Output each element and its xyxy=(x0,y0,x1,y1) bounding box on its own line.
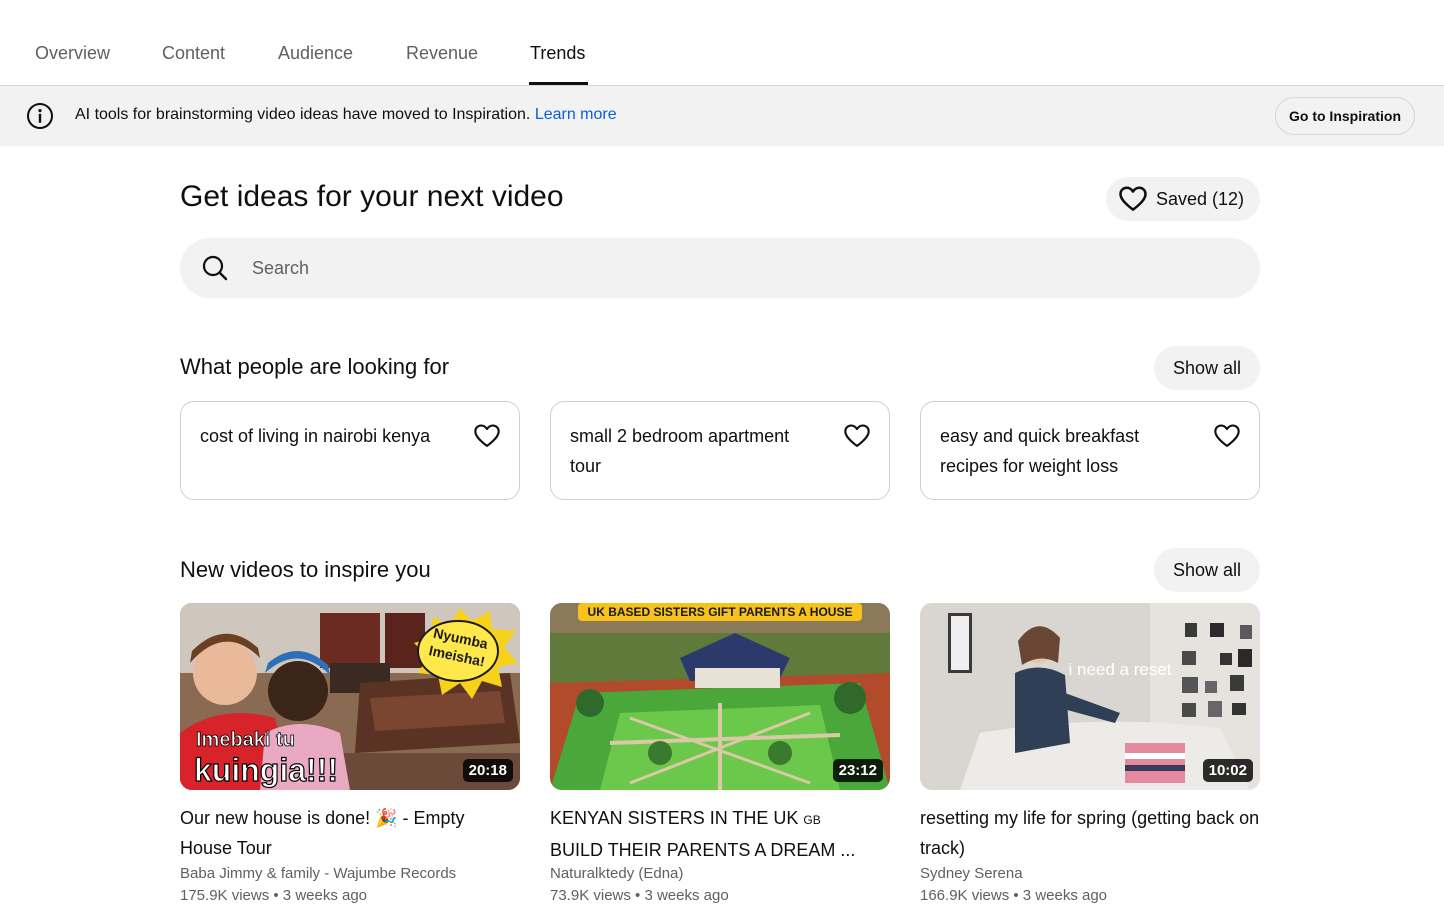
video-card[interactable]: Nyumba Imeisha! Imebaki tu kuingia!!! 20… xyxy=(180,603,520,904)
info-icon xyxy=(27,103,53,129)
learn-more-link[interactable]: Learn more xyxy=(535,106,617,123)
banner-text: AI tools for brainstorming video ideas h… xyxy=(75,106,531,123)
search-input[interactable] xyxy=(252,248,1232,288)
tab-revenue[interactable]: Revenue xyxy=(406,43,478,64)
search-bar xyxy=(180,238,1260,298)
looking-for-show-all-button[interactable]: Show all xyxy=(1154,346,1260,390)
new-videos-title: New videos to inspire you xyxy=(180,557,431,582)
looking-for-title: What people are looking for xyxy=(180,354,450,379)
thumb-caption-line-1: Imebaki tu xyxy=(196,729,295,751)
heart-icon[interactable] xyxy=(1213,422,1241,450)
tab-trends[interactable]: Trends xyxy=(530,43,585,64)
video-stats: 166.9K views • 3 weeks ago xyxy=(920,887,1108,904)
tab-content[interactable]: Content xyxy=(162,43,225,64)
saved-button[interactable]: Saved (12) xyxy=(1106,177,1260,221)
video-thumbnail[interactable]: UK BASED SISTERS GIFT PARENTS A HOUSE 23… xyxy=(550,603,890,790)
idea-text: small 2 bedroom apartment tour xyxy=(570,426,790,476)
tab-overview[interactable]: Overview xyxy=(35,43,110,64)
thumb-caption: i need a reset xyxy=(1068,660,1171,679)
video-thumbnail[interactable]: Nyumba Imeisha! Imebaki tu kuingia!!! 20… xyxy=(180,603,520,790)
idea-text: easy and quick breakfast recipes for wei… xyxy=(940,426,1140,476)
video-title-text: KENYAN SISTERS IN THE UK xyxy=(550,808,799,828)
search-icon xyxy=(202,255,228,281)
saved-label: Saved (12) xyxy=(1156,188,1245,209)
thumb-caption-line-2: kuingia!!! xyxy=(194,752,338,788)
go-to-inspiration-button[interactable]: Go to Inspiration xyxy=(1275,97,1415,135)
video-duration: 23:12 xyxy=(832,759,883,782)
video-stats: 73.9K views • 3 weeks ago xyxy=(550,887,729,904)
video-channel[interactable]: Baba Jimmy & family - Wajumbe Records xyxy=(180,863,520,885)
banner-message: AI tools for brainstorming video ideas h… xyxy=(75,106,617,124)
video-channel[interactable]: Naturalktedy (Edna) xyxy=(550,863,890,885)
active-tab-indicator xyxy=(529,82,588,85)
idea-card[interactable]: cost of living in nairobi kenya xyxy=(180,401,520,500)
heart-icon[interactable] xyxy=(473,422,501,450)
video-card[interactable]: UK BASED SISTERS GIFT PARENTS A HOUSE 23… xyxy=(550,603,890,904)
video-channel[interactable]: Sydney Serena xyxy=(920,863,1260,885)
video-card[interactable]: i need a reset 10:02 resetting my life f… xyxy=(920,603,1260,904)
heart-icon[interactable] xyxy=(843,422,871,450)
inspiration-banner: AI tools for brainstorming video ideas h… xyxy=(0,86,1444,146)
gb-flag: GB xyxy=(803,813,821,827)
video-thumbnail[interactable]: i need a reset 10:02 xyxy=(920,603,1260,790)
page-title: Get ideas for your next video xyxy=(180,180,564,213)
idea-card[interactable]: easy and quick breakfast recipes for wei… xyxy=(920,401,1260,500)
thumb-banner-text: UK BASED SISTERS GIFT PARENTS A HOUSE xyxy=(588,605,853,619)
new-videos-show-all-button[interactable]: Show all xyxy=(1154,548,1260,592)
idea-text: cost of living in nairobi kenya xyxy=(200,426,431,446)
tab-audience[interactable]: Audience xyxy=(278,43,353,64)
video-duration: 10:02 xyxy=(1202,759,1253,782)
video-duration: 20:18 xyxy=(462,759,513,782)
video-title[interactable]: KENYAN SISTERS IN THE UK GB BUILD THEIR P… xyxy=(550,803,890,863)
heart-icon xyxy=(1119,186,1147,211)
analytics-tabs: Overview Content Audience Revenue Trends xyxy=(0,0,1444,86)
video-stats: 175.9K views • 3 weeks ago xyxy=(180,887,368,904)
idea-card[interactable]: small 2 bedroom apartment tour xyxy=(550,401,890,500)
video-title-rest: BUILD THEIR PARENTS A DREAM ... xyxy=(550,840,856,860)
video-title[interactable]: resetting my life for spring (getting ba… xyxy=(920,803,1260,863)
video-title[interactable]: Our new house is done! 🎉 - Empty House T… xyxy=(180,803,520,863)
